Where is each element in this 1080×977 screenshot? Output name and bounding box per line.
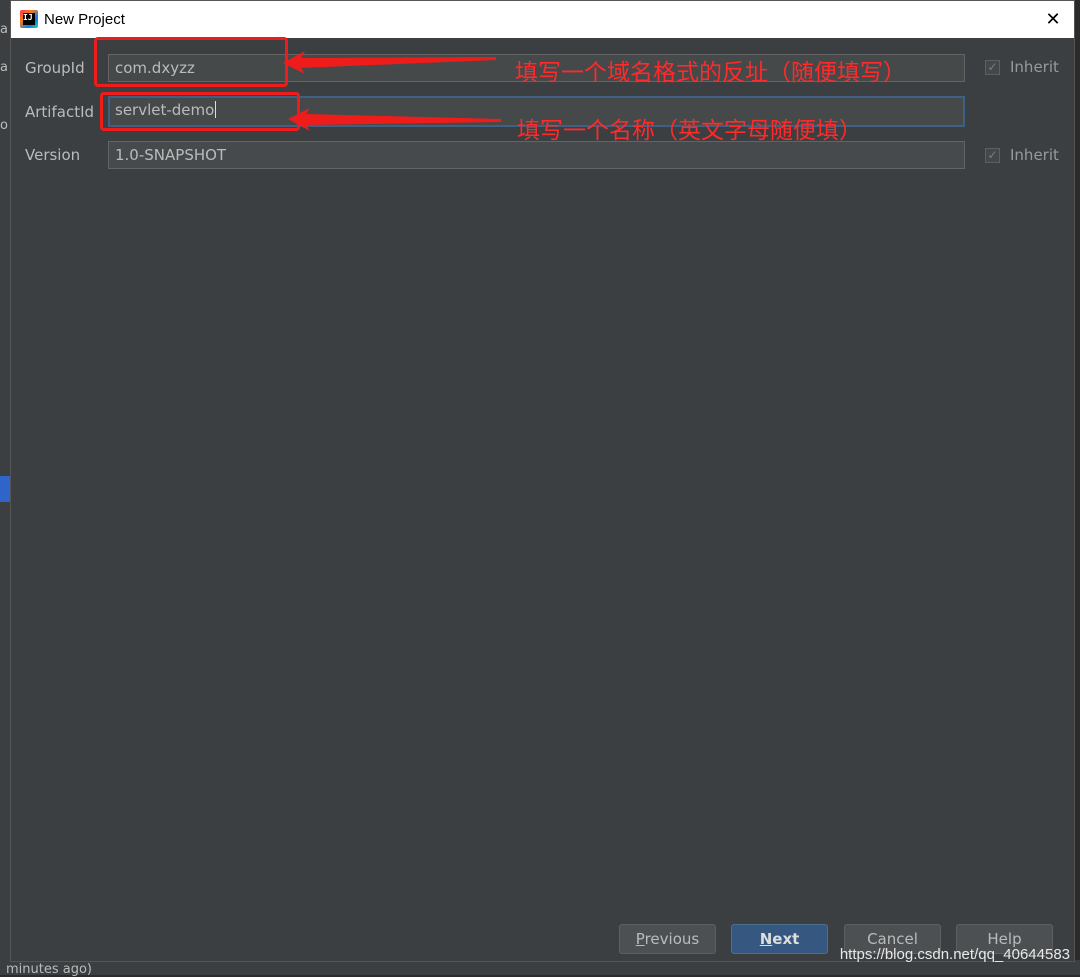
background-text-fragment: o — [0, 118, 8, 133]
previous-label: revious — [644, 930, 700, 948]
groupid-annotation: 填写一个域名格式的反址（随便填写） — [515, 60, 906, 86]
next-mnemonic: N — [759, 930, 773, 948]
version-inherit-label: Inherit — [1010, 146, 1059, 164]
checkmark-icon: ✓ — [985, 148, 1000, 163]
version-field[interactable]: 1.0-SNAPSHOT — [108, 141, 965, 169]
dialog-title: New Project — [44, 11, 125, 28]
groupid-inherit-label: Inherit — [1010, 58, 1059, 76]
artifactid-label: ArtifactId — [25, 103, 95, 121]
next-button[interactable]: Next — [731, 924, 828, 954]
watermark-url: https://blog.csdn.net/qq_40644583 — [839, 946, 1070, 963]
dialog-titlebar[interactable]: IJ New Project ✕ — [11, 1, 1074, 38]
background-text-fragment: a — [0, 22, 8, 37]
new-project-dialog: IJ New Project ✕ GroupId com.dxyzz ✓ Inh… — [10, 0, 1075, 962]
background-text-fragment: a — [0, 60, 8, 75]
artifactid-arrow — [288, 108, 501, 131]
checkmark-icon: ✓ — [985, 60, 1000, 75]
background-selected-row — [0, 476, 10, 502]
groupid-highlight-box — [94, 37, 288, 87]
version-label: Version — [25, 146, 81, 164]
groupid-arrow — [283, 51, 496, 74]
intellij-idea-icon: IJ — [20, 10, 38, 28]
previous-mnemonic: P — [635, 930, 645, 948]
close-icon[interactable]: ✕ — [1040, 7, 1066, 33]
version-value: 1.0-SNAPSHOT — [115, 146, 227, 164]
artifactid-annotation: 填写一个名称（英文字母随便填） — [517, 118, 862, 144]
artifactid-highlight-box — [100, 92, 300, 131]
next-label: ext — [772, 930, 800, 948]
previous-button[interactable]: Previous — [619, 924, 716, 954]
groupid-label: GroupId — [25, 59, 85, 77]
